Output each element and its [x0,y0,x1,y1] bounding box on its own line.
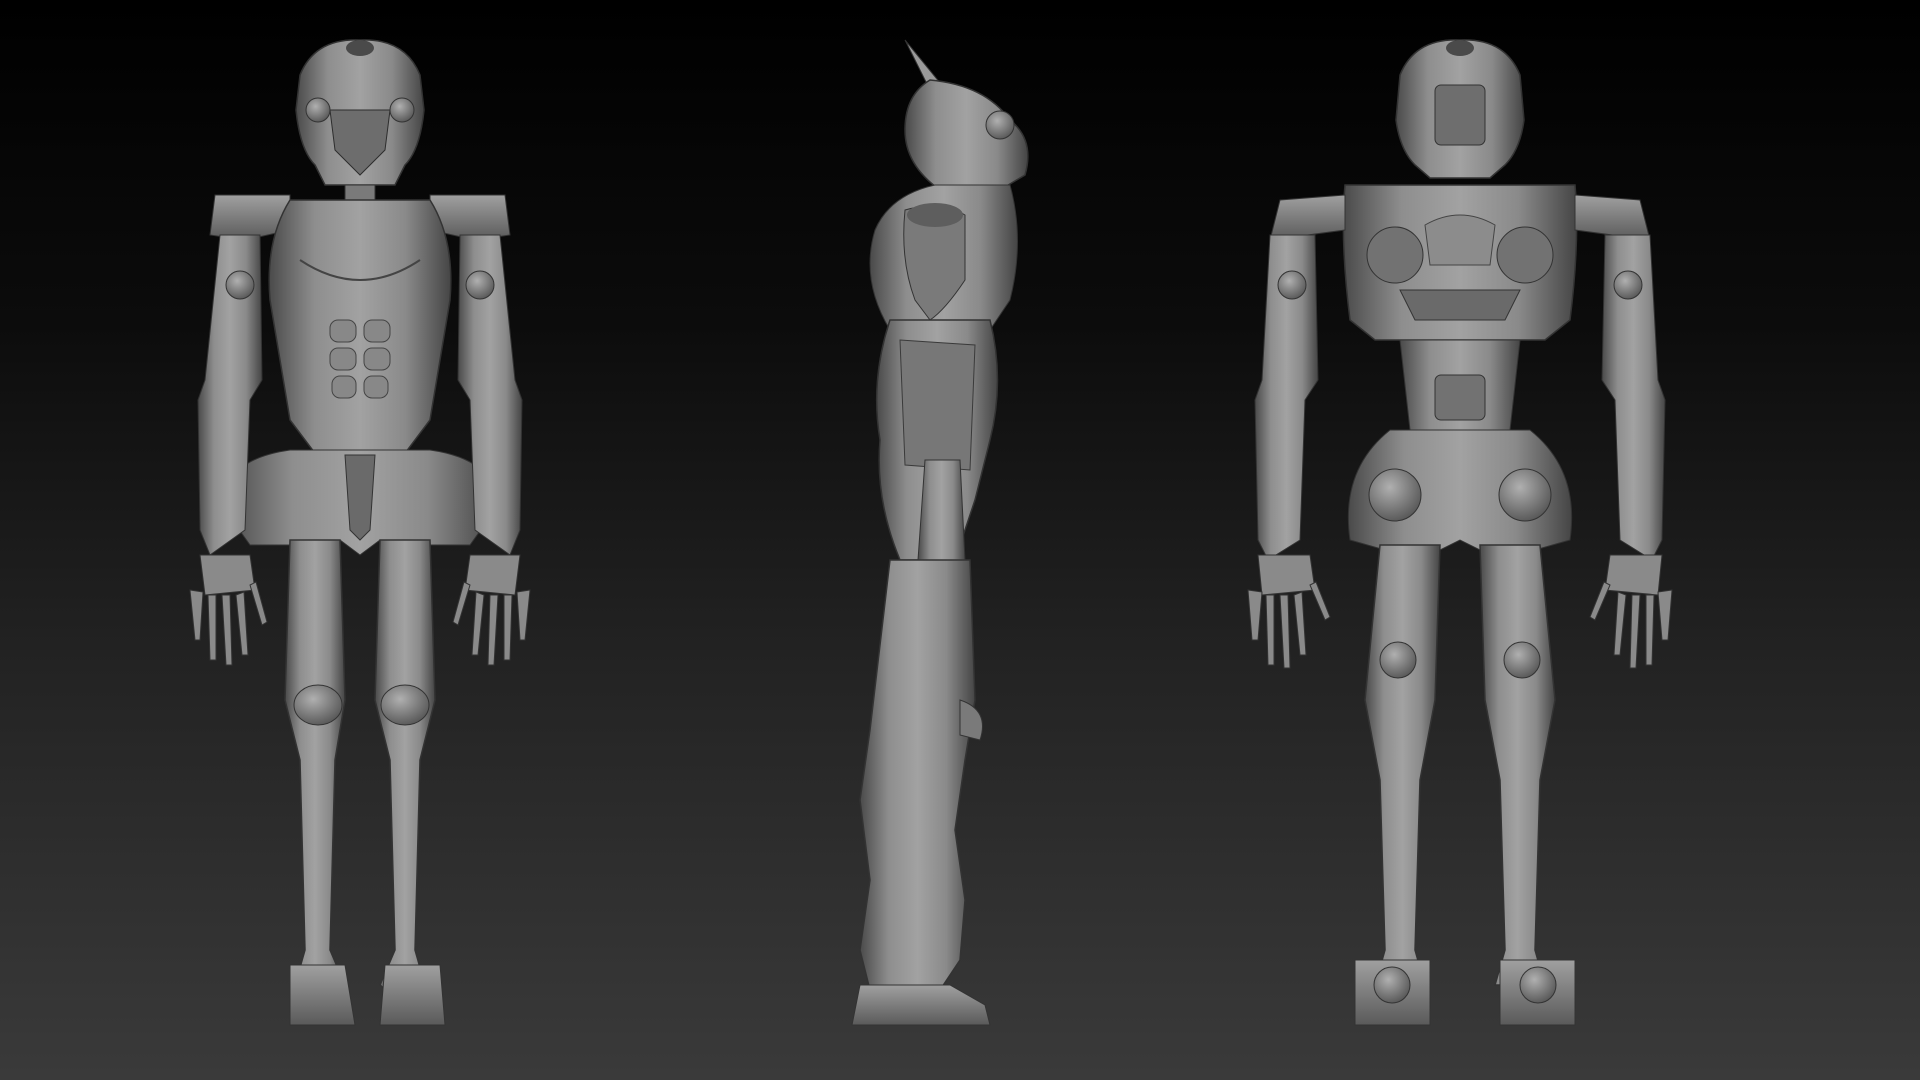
front-right-hand [452,554,531,666]
back-view-figure [1247,39,1673,1026]
front-right-leg [374,539,436,1022]
front-view-figure [189,39,531,1026]
side-leg [859,559,976,991]
sculpt-viewport[interactable] [0,0,1920,1080]
back-left-hand [1247,554,1331,669]
back-right-leg [1479,544,1556,986]
front-left-hand [189,554,268,666]
front-torso [268,199,452,461]
side-foot [851,984,991,1026]
back-right-hand [1589,554,1673,669]
front-left-leg [284,539,346,1022]
back-left-leg [1364,544,1441,986]
side-view-figure [851,39,1029,1026]
